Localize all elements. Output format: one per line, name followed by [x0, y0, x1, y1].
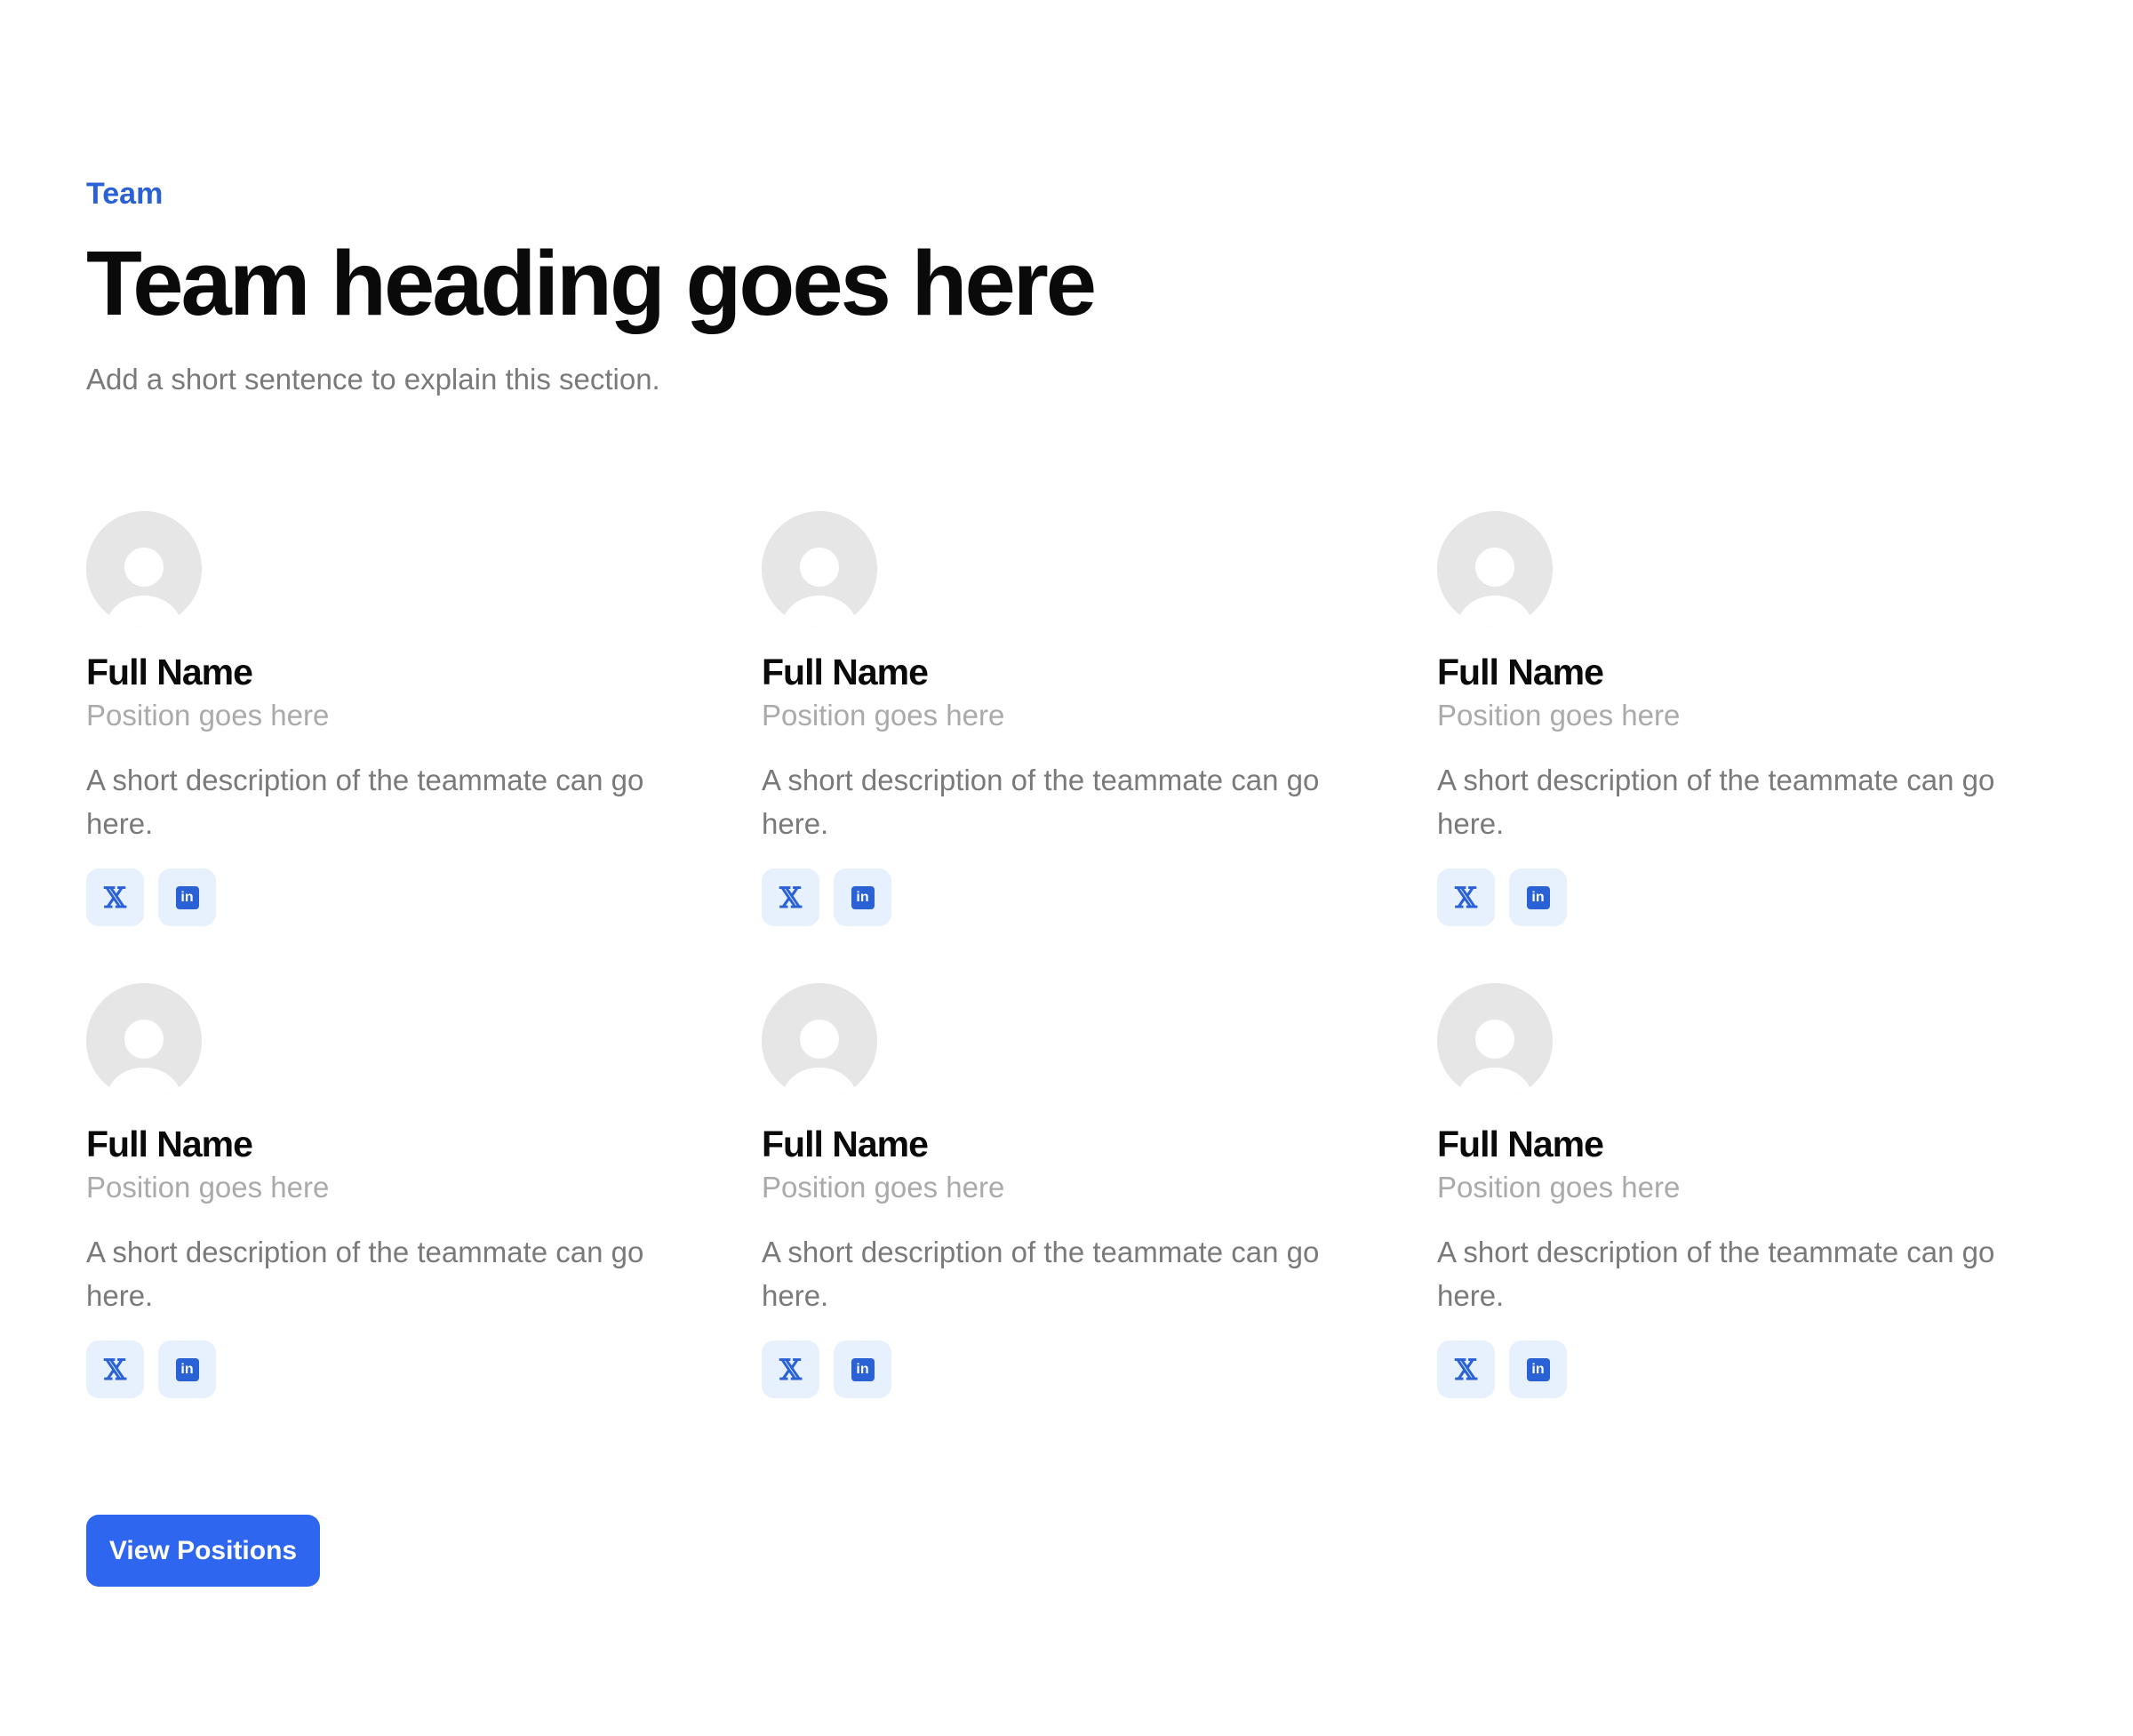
- x-link-button[interactable]: 𝕏: [86, 868, 144, 926]
- x-link-button[interactable]: 𝕏: [762, 868, 819, 926]
- user-placeholder-icon: [86, 511, 202, 627]
- member-position: Position goes here: [86, 699, 330, 732]
- linkedin-link-button[interactable]: in: [1509, 868, 1567, 926]
- member-position: Position goes here: [762, 699, 1005, 732]
- x-twitter-icon: 𝕏: [104, 880, 126, 915]
- user-placeholder-icon: [762, 511, 877, 627]
- member-name: Full Name: [762, 1124, 929, 1164]
- x-link-button[interactable]: 𝕏: [1437, 868, 1495, 926]
- member-position: Position goes here: [1437, 1171, 1681, 1204]
- x-twitter-icon: 𝕏: [779, 1352, 802, 1387]
- x-link-button[interactable]: 𝕏: [1437, 1340, 1495, 1398]
- linkedin-link-button[interactable]: in: [834, 868, 891, 926]
- avatar: [762, 983, 877, 1099]
- member-position: Position goes here: [86, 1171, 330, 1204]
- member-position: Position goes here: [1437, 699, 1681, 732]
- linkedin-link-button[interactable]: in: [1509, 1340, 1567, 1398]
- team-grid: Full Name Position goes here A short des…: [86, 511, 2047, 1398]
- avatar: [762, 511, 877, 627]
- user-placeholder-icon: [1437, 511, 1553, 627]
- linkedin-link-button[interactable]: in: [834, 1340, 891, 1398]
- member-description: A short description of the teammate can …: [762, 764, 1320, 840]
- social-links: 𝕏 in: [86, 1340, 762, 1398]
- linkedin-icon: in: [851, 885, 875, 909]
- member-description: A short description of the teammate can …: [762, 1236, 1320, 1312]
- member-description: A short description of the teammate can …: [1437, 1236, 1995, 1312]
- member-position: Position goes here: [762, 1171, 1005, 1204]
- linkedin-icon: in: [851, 1357, 875, 1381]
- social-links: 𝕏 in: [762, 1340, 1437, 1398]
- team-member-card: Full Name Position goes here A short des…: [762, 983, 1437, 1398]
- section-eyebrow: Team: [86, 177, 164, 211]
- member-description: A short description of the teammate can …: [86, 1236, 644, 1312]
- avatar: [1437, 511, 1553, 627]
- linkedin-link-button[interactable]: in: [158, 1340, 216, 1398]
- linkedin-icon: in: [1526, 1357, 1550, 1381]
- member-description: A short description of the teammate can …: [1437, 764, 1995, 840]
- avatar: [86, 983, 202, 1099]
- user-placeholder-icon: [1437, 983, 1553, 1099]
- avatar: [86, 511, 202, 627]
- x-twitter-icon: 𝕏: [104, 1352, 126, 1387]
- user-placeholder-icon: [86, 983, 202, 1099]
- member-name: Full Name: [86, 1124, 253, 1164]
- social-links: 𝕏 in: [762, 868, 1437, 926]
- member-name: Full Name: [762, 652, 929, 692]
- x-twitter-icon: 𝕏: [1455, 1352, 1477, 1387]
- team-member-card: Full Name Position goes here A short des…: [1437, 511, 2113, 926]
- x-twitter-icon: 𝕏: [779, 880, 802, 915]
- section-subtitle: Add a short sentence to explain this sec…: [86, 363, 660, 396]
- linkedin-icon: in: [175, 1357, 199, 1381]
- member-description: A short description of the teammate can …: [86, 764, 644, 840]
- member-name: Full Name: [1437, 652, 1604, 692]
- linkedin-icon: in: [1526, 885, 1550, 909]
- team-member-card: Full Name Position goes here A short des…: [86, 983, 762, 1398]
- team-member-card: Full Name Position goes here A short des…: [1437, 983, 2113, 1398]
- social-links: 𝕏 in: [1437, 1340, 2113, 1398]
- team-section: Team Team heading goes here Add a short …: [0, 0, 2133, 1736]
- member-name: Full Name: [86, 652, 253, 692]
- member-name: Full Name: [1437, 1124, 1604, 1164]
- x-twitter-icon: 𝕏: [1455, 880, 1477, 915]
- user-placeholder-icon: [762, 983, 877, 1099]
- social-links: 𝕏 in: [1437, 868, 2113, 926]
- section-heading: Team heading goes here: [86, 232, 1097, 334]
- team-member-card: Full Name Position goes here A short des…: [86, 511, 762, 926]
- team-member-card: Full Name Position goes here A short des…: [762, 511, 1437, 926]
- avatar: [1437, 983, 1553, 1099]
- view-positions-button[interactable]: View Positions: [86, 1515, 320, 1587]
- x-link-button[interactable]: 𝕏: [762, 1340, 819, 1398]
- social-links: 𝕏 in: [86, 868, 762, 926]
- linkedin-icon: in: [175, 885, 199, 909]
- x-link-button[interactable]: 𝕏: [86, 1340, 144, 1398]
- linkedin-link-button[interactable]: in: [158, 868, 216, 926]
